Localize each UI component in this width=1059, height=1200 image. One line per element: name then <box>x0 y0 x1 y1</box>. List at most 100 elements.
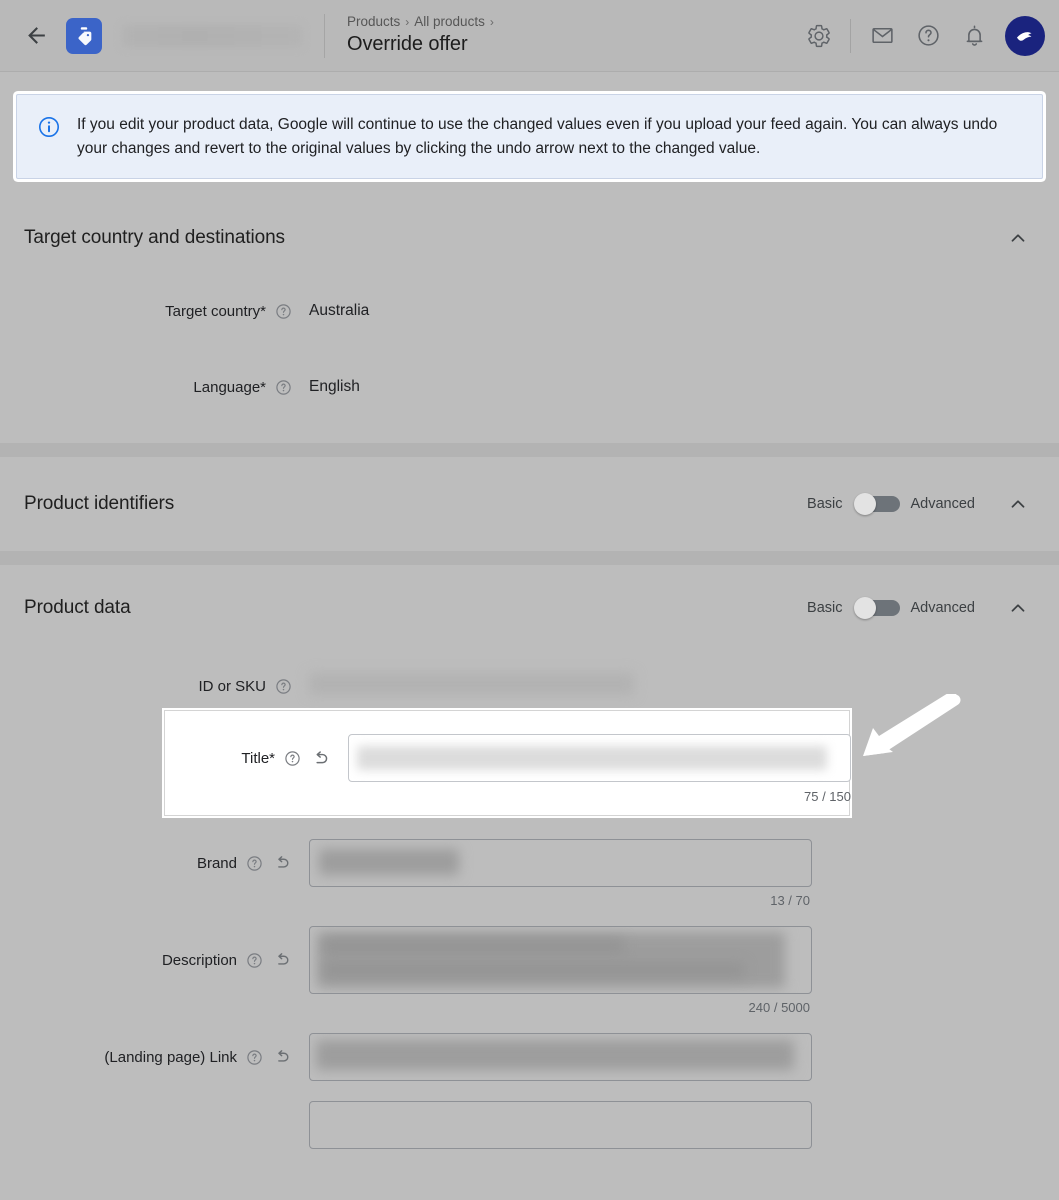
field-label-group: (Landing page) Link <box>24 1033 292 1081</box>
description-char-counter: 240 / 5000 <box>748 1000 810 1016</box>
section-title: Product identifiers <box>24 493 175 515</box>
field-label-group: ID or SKU <box>24 678 292 695</box>
title-field-highlight: Title* 75 / 150 <box>164 710 851 816</box>
override-offer-page: Products › All products › Override offer <box>0 0 1059 1200</box>
field-label: Description <box>161 951 237 969</box>
help-circle-icon[interactable] <box>246 952 263 969</box>
merchant-center-tag-logo[interactable] <box>66 17 102 54</box>
landing-page-link-input[interactable] <box>309 1033 812 1082</box>
field-row-landing-page-link: (Landing page) Link <box>24 1033 1035 1082</box>
field-value: English <box>309 378 360 396</box>
help-circle-icon[interactable] <box>275 678 292 695</box>
breadcrumb: Products › All products › Override offer <box>347 14 796 58</box>
field-label: Language* <box>193 378 266 396</box>
undo-arrow-icon[interactable] <box>272 853 292 873</box>
help-icon[interactable] <box>905 13 951 59</box>
section-divider <box>0 443 1059 458</box>
field-value-group: English <box>292 378 1035 396</box>
field-value-group: 240 / 5000 <box>292 926 1035 1015</box>
basic-advanced-switch[interactable] <box>853 597 900 620</box>
toggle-label-basic: Basic <box>807 600 843 617</box>
field-label: Brand <box>196 854 237 872</box>
page-title: Override offer <box>347 33 468 56</box>
brand-input[interactable] <box>309 839 812 888</box>
bell-icon[interactable] <box>951 13 997 59</box>
app-header: Products › All products › Override offer <box>0 0 1059 72</box>
field-value-group: 13 / 70 <box>292 839 1035 908</box>
section-body: Target country* Australia Language* Engl… <box>16 273 1043 443</box>
field-row-next-partial <box>24 1101 1035 1150</box>
basic-advanced-toggle-group: Basic Advanced <box>807 597 976 620</box>
banner-area: If you edit your product data, Google wi… <box>0 72 1059 200</box>
field-value-group: Australia <box>292 302 1035 320</box>
gear-icon[interactable] <box>796 13 842 59</box>
field-value-group: 75 / 150 <box>331 734 851 804</box>
section-header: Target country and destinations <box>16 199 1043 273</box>
breadcrumb-separator-icon: › <box>489 14 494 29</box>
section-title: Product data <box>24 597 131 619</box>
field-label: (Landing page) Link <box>104 1048 237 1066</box>
field-value: Australia <box>309 302 370 320</box>
breadcrumb-separator-icon: › <box>405 14 410 29</box>
switch-knob <box>853 597 876 620</box>
header-action-icons <box>796 13 1045 59</box>
header-divider <box>324 13 325 58</box>
field-row-language: Language* English <box>24 349 1035 425</box>
account-name-redacted <box>122 24 302 47</box>
field-value-group <box>292 1101 1035 1150</box>
field-label-group: Target country* <box>24 303 292 320</box>
section-divider <box>0 551 1059 566</box>
description-input[interactable] <box>309 926 812 995</box>
field-value-group <box>292 1033 1035 1082</box>
section-header: Product identifiers Basic Advanced <box>16 457 1043 551</box>
chevron-up-icon[interactable] <box>1001 221 1035 255</box>
help-circle-icon[interactable] <box>246 1049 263 1066</box>
field-row-id-or-sku: ID or SKU <box>24 657 1035 715</box>
help-circle-icon[interactable] <box>275 303 292 320</box>
field-row-target-country: Target country* Australia <box>24 273 1035 349</box>
header-icons-divider <box>850 18 851 53</box>
info-circle-icon <box>37 115 61 160</box>
breadcrumb-item-products[interactable]: Products <box>347 14 400 31</box>
undo-arrow-icon[interactable] <box>310 748 331 769</box>
field-label-group: Description <box>24 926 292 994</box>
undo-arrow-icon[interactable] <box>272 950 292 970</box>
field-label-group: Language* <box>24 379 292 396</box>
basic-advanced-switch[interactable] <box>853 493 900 516</box>
next-field-input-partial[interactable] <box>309 1101 812 1150</box>
help-circle-icon[interactable] <box>246 855 263 872</box>
field-row-description: Description 240 / 5000 <box>24 926 1035 1015</box>
field-label-group: Brand <box>24 839 292 887</box>
title-char-counter: 75 / 150 <box>804 789 851 804</box>
info-banner-text: If you edit your product data, Google wi… <box>77 116 998 157</box>
help-circle-icon[interactable] <box>284 750 301 767</box>
section-header: Product data Basic Advanced <box>16 565 1043 635</box>
info-banner: If you edit your product data, Google wi… <box>16 94 1043 180</box>
mail-icon[interactable] <box>859 13 905 59</box>
basic-advanced-toggle-group: Basic Advanced <box>807 493 976 516</box>
back-arrow-icon[interactable] <box>16 16 56 56</box>
chevron-up-icon[interactable] <box>1001 591 1035 625</box>
section-target-country-and-destinations: Target country and destinations Target c… <box>0 199 1059 444</box>
undo-arrow-icon[interactable] <box>272 1047 292 1067</box>
section-product-data: Product data Basic Advanced ID or SKU Br… <box>0 565 1059 1150</box>
field-label-group: Title* <box>165 734 331 782</box>
field-value-redacted <box>309 673 812 699</box>
chevron-up-icon[interactable] <box>1001 487 1035 521</box>
title-input[interactable] <box>348 734 851 782</box>
section-title: Target country and destinations <box>24 227 285 249</box>
section-product-identifiers: Product identifiers Basic Advanced <box>0 457 1059 552</box>
brand-char-counter: 13 / 70 <box>770 893 810 909</box>
help-circle-icon[interactable] <box>275 379 292 396</box>
field-value-group <box>292 673 1035 699</box>
breadcrumb-item-all-products[interactable]: All products <box>414 14 485 31</box>
field-label: Target country* <box>165 302 266 320</box>
field-label: Title* <box>241 749 275 767</box>
toggle-label-advanced: Advanced <box>910 600 976 617</box>
switch-knob <box>853 493 876 516</box>
field-label: ID or SKU <box>198 677 266 695</box>
toggle-label-advanced: Advanced <box>910 496 976 513</box>
account-avatar[interactable] <box>1005 15 1045 56</box>
toggle-label-basic: Basic <box>807 496 843 513</box>
field-row-brand: Brand 13 / 70 <box>24 839 1035 908</box>
